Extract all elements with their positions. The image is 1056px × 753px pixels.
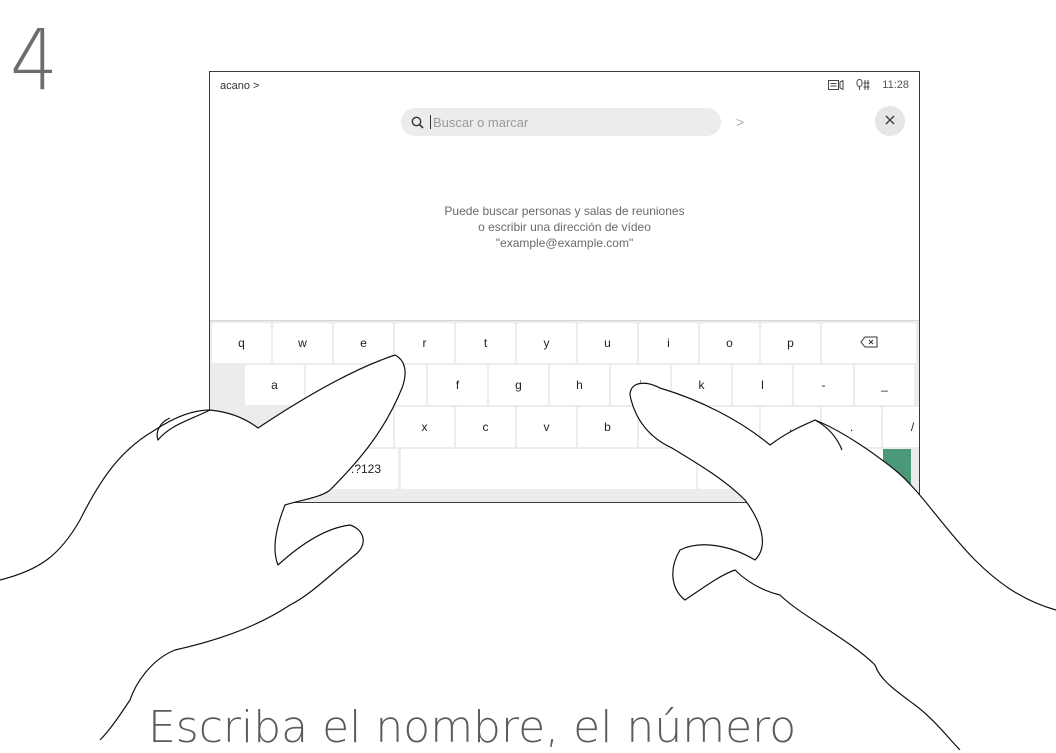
- search-input[interactable]: [433, 114, 693, 130]
- search-icon: [411, 116, 424, 129]
- key[interactable]: h: [550, 365, 609, 405]
- key[interactable]: a: [245, 365, 304, 405]
- backspace-key[interactable]: [822, 323, 916, 363]
- key[interactable]: p: [761, 323, 820, 363]
- key[interactable]: f: [428, 365, 487, 405]
- key[interactable]: -: [794, 365, 853, 405]
- left-thumb: [156, 409, 211, 441]
- key[interactable]: k: [672, 365, 731, 405]
- screen-share-icon[interactable]: [828, 79, 844, 91]
- space-key[interactable]: [401, 449, 696, 489]
- touch-panel-screen: acano > 11:28 > Puede buscar personas y …: [209, 71, 920, 503]
- key-spacer[interactable]: [212, 449, 332, 489]
- key[interactable]: j: [611, 365, 670, 405]
- key[interactable]: w: [273, 323, 332, 363]
- step-number: 4: [10, 11, 59, 109]
- search-field[interactable]: [401, 108, 721, 136]
- key[interactable]: b: [578, 407, 637, 447]
- breadcrumb[interactable]: acano >: [220, 80, 259, 92]
- key[interactable]: .: [822, 407, 881, 447]
- key-spacer[interactable]: [212, 407, 332, 447]
- backspace-icon: [860, 336, 878, 351]
- key[interactable]: z: [334, 407, 393, 447]
- key[interactable]: s: [306, 365, 365, 405]
- key[interactable]: m: [700, 407, 759, 447]
- on-screen-keyboard: q w e r t y u i o p a s d f g h j k l - _z x c v b n m,. / .?123: [210, 320, 919, 502]
- hint-line: "example@example.com": [495, 236, 634, 250]
- key[interactable]: g: [489, 365, 548, 405]
- key[interactable]: l: [733, 365, 792, 405]
- key[interactable]: x: [395, 407, 454, 447]
- go-arrow-button[interactable]: >: [736, 114, 744, 130]
- search-hint: Puede buscar personas y salas de reunion…: [210, 203, 919, 251]
- key[interactable]: e: [334, 323, 393, 363]
- key[interactable]: _: [855, 365, 914, 405]
- close-button[interactable]: [875, 106, 905, 136]
- hint-line: o escribir una dirección de vídeo: [478, 220, 651, 234]
- enter-accent: [883, 449, 911, 489]
- instruction-caption: Escriba el nombre, el número: [148, 702, 797, 753]
- key[interactable]: r: [395, 323, 454, 363]
- key[interactable]: ,: [761, 407, 820, 447]
- close-icon: [885, 112, 895, 130]
- key[interactable]: v: [517, 407, 576, 447]
- key[interactable]: c: [456, 407, 515, 447]
- top-bar: acano > 11:28: [210, 72, 919, 100]
- key[interactable]: y: [517, 323, 576, 363]
- text-cursor: [430, 115, 431, 129]
- hint-line: Puede buscar personas y salas de reunion…: [444, 204, 685, 218]
- symbols-key[interactable]: .?123: [334, 449, 398, 489]
- key[interactable]: i: [639, 323, 698, 363]
- enter-key[interactable]: [698, 449, 911, 489]
- clock: 11:28: [882, 79, 909, 91]
- key[interactable]: d: [367, 365, 426, 405]
- key[interactable]: t: [456, 323, 515, 363]
- key-spacer[interactable]: [212, 365, 243, 405]
- status-area: 11:28: [828, 79, 909, 91]
- microphone-muted-icon[interactable]: [856, 79, 870, 91]
- key[interactable]: o: [700, 323, 759, 363]
- key[interactable]: u: [578, 323, 637, 363]
- key[interactable]: n: [639, 407, 698, 447]
- key[interactable]: /: [883, 407, 919, 447]
- key[interactable]: q: [212, 323, 271, 363]
